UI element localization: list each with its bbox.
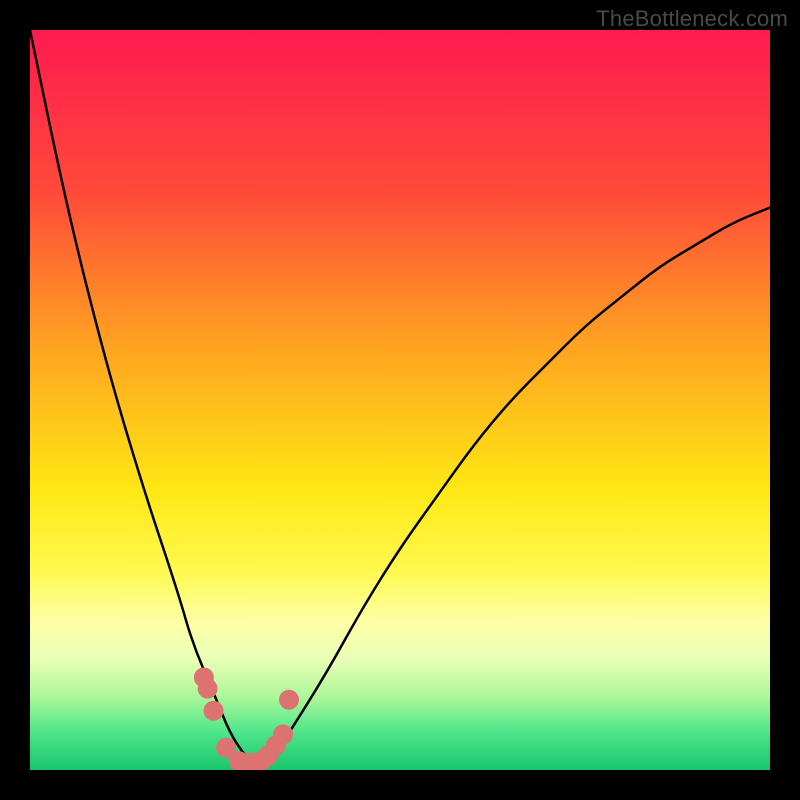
chart-frame (30, 30, 770, 770)
highlighted-markers (194, 668, 299, 771)
curve-layer (30, 30, 770, 770)
marker-point (198, 679, 218, 699)
watermark-text: TheBottleneck.com (596, 6, 788, 32)
marker-point (204, 701, 224, 721)
marker-point (279, 690, 299, 710)
bottleneck-curve (30, 30, 770, 763)
marker-point (273, 724, 293, 744)
